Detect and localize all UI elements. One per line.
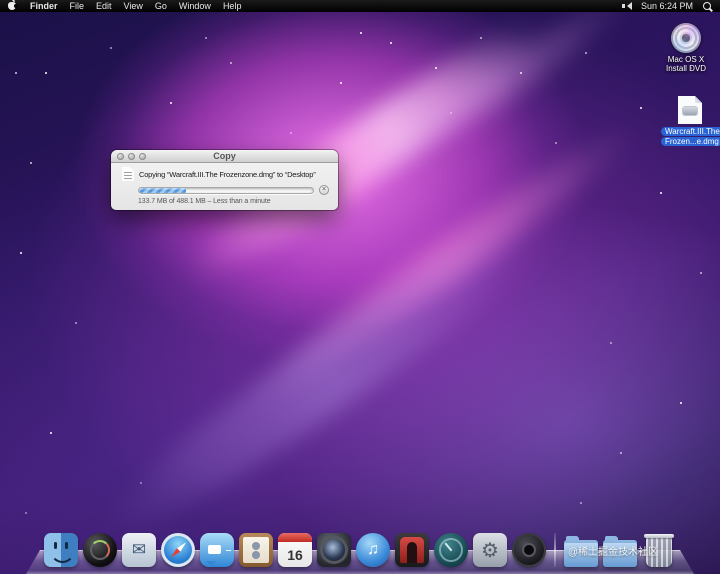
dmg-label-line1: Warcraft.III.The bbox=[661, 127, 720, 136]
copy-progress-bar bbox=[138, 186, 314, 194]
dock-item-mail-icon[interactable]: ✉ bbox=[122, 533, 156, 567]
dock-item-address-book-icon[interactable] bbox=[239, 533, 273, 567]
copy-progress-fill bbox=[139, 187, 186, 193]
copied-file-icon bbox=[122, 167, 134, 181]
dmg-label-line2: Frozen...e.dmg bbox=[661, 137, 720, 146]
menu-item-file[interactable]: File bbox=[70, 0, 85, 12]
desktop: Finder File Edit View Go Window Help Sun… bbox=[0, 0, 720, 574]
dock-item-iphoto-icon[interactable] bbox=[317, 533, 351, 567]
dock-item-safari-icon[interactable] bbox=[161, 533, 195, 567]
mail-envelope-glyph: ✉ bbox=[131, 540, 147, 559]
apple-menu[interactable] bbox=[8, 0, 18, 11]
copy-window-body: Copying “Warcraft.III.The Frozenzone.dmg… bbox=[111, 163, 338, 210]
dock-divider bbox=[554, 533, 556, 567]
menu-item-edit[interactable]: Edit bbox=[96, 0, 112, 12]
aurora-streak bbox=[87, 196, 563, 558]
install-dvd-label-line2: Install DVD bbox=[665, 64, 706, 73]
copy-message: Copying “Warcraft.III.The Frozenzone.dmg… bbox=[139, 169, 316, 179]
stop-copy-button[interactable]: × bbox=[319, 185, 329, 195]
apple-logo-icon bbox=[8, 0, 18, 10]
menu-bar: Finder File Edit View Go Window Help Sun… bbox=[0, 0, 720, 12]
calendar-header bbox=[278, 533, 312, 542]
dvd-disc-icon bbox=[671, 23, 701, 53]
desktop-icon-dmg-file[interactable]: Warcraft.III.The Frozen...e.dmg bbox=[661, 96, 720, 146]
watermark-text: @稀土掘金技术社区 bbox=[567, 547, 658, 558]
dock-item-dashboard-icon[interactable] bbox=[83, 533, 117, 567]
wallpaper-stars bbox=[0, 12, 2, 14]
gear-glyph: ⚙ bbox=[481, 539, 499, 562]
menu-item-go[interactable]: Go bbox=[155, 0, 167, 12]
dock-item-itunes-icon[interactable]: ♫ bbox=[356, 533, 390, 567]
menu-item-help[interactable]: Help bbox=[223, 0, 242, 12]
wallpaper bbox=[0, 0, 720, 574]
menu-clock[interactable]: Sun 6:24 PM bbox=[641, 0, 693, 12]
copy-status-text: 133.7 MB of 488.1 MB – Less than a minut… bbox=[138, 198, 271, 205]
dmg-document-icon bbox=[678, 96, 702, 124]
stop-x-icon: × bbox=[321, 186, 327, 193]
menu-item-view[interactable]: View bbox=[124, 0, 143, 12]
dock-item-ichat-icon[interactable] bbox=[200, 533, 234, 567]
dock-item-ical-icon[interactable]: 16 bbox=[278, 533, 312, 567]
install-dvd-label-line1: Mac OS X bbox=[667, 55, 705, 64]
dock-item-time-machine-icon[interactable] bbox=[434, 533, 468, 567]
window-title: Copy bbox=[213, 151, 236, 161]
dock-item-dvd-player-icon[interactable] bbox=[512, 533, 546, 567]
copy-window: Copy Copying “Warcraft.III.The Frozenzon… bbox=[111, 150, 338, 210]
copy-window-titlebar[interactable]: Copy bbox=[111, 150, 338, 163]
menu-item-finder[interactable]: Finder bbox=[30, 0, 58, 12]
volume-icon[interactable] bbox=[621, 2, 632, 10]
menu-item-window[interactable]: Window bbox=[179, 0, 211, 12]
dock-item-photo-booth-icon[interactable] bbox=[395, 533, 429, 567]
spotlight-icon[interactable] bbox=[703, 1, 712, 11]
calendar-day: 16 bbox=[287, 546, 303, 563]
itunes-note-glyph: ♫ bbox=[367, 541, 379, 558]
desktop-icon-install-dvd[interactable]: Mac OS X Install DVD bbox=[657, 23, 715, 73]
dock-item-system-preferences-icon[interactable]: ⚙ bbox=[473, 533, 507, 567]
dock-item-finder-icon[interactable] bbox=[44, 533, 78, 567]
